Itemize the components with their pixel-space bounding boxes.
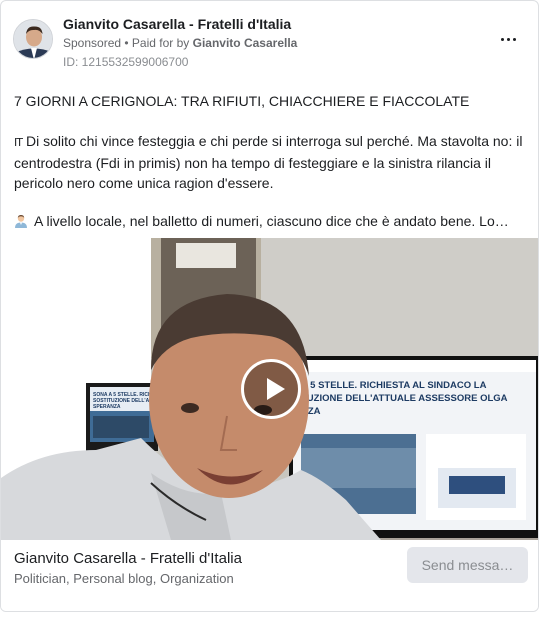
ad-id: ID: 1215532599006700: [63, 55, 189, 69]
paid-for-prefix: Paid for by: [131, 36, 193, 50]
sponsored-line: Sponsored • Paid for by Gianvito Casarel…: [63, 36, 297, 50]
paid-for-name: Gianvito Casarella: [192, 36, 298, 50]
ad-card: Gianvito Casarella - Fratelli d'Italia S…: [0, 0, 539, 612]
flag-italy-icon: IT: [14, 136, 23, 149]
video-thumbnail[interactable]: SONA A 5 STELLE. RICH SOSTITUZIONE DELL'A…: [1, 238, 538, 540]
avatar[interactable]: [13, 19, 53, 59]
footer-page-name[interactable]: Gianvito Casarella - Fratelli d'Italia: [14, 550, 242, 567]
post-paragraph-1: IT Di solito chi vince festeggia e chi pe…: [14, 131, 524, 193]
more-horizontal-icon: [500, 37, 504, 41]
person-emoji-icon: [14, 213, 28, 228]
post-headline: 7 GIORNI A CERIGNOLA: TRA RIFIUTI, CHIAC…: [14, 93, 470, 109]
page-name[interactable]: Gianvito Casarella - Fratelli d'Italia: [63, 16, 291, 32]
separator-dot: •: [121, 36, 132, 50]
play-icon[interactable]: [241, 359, 301, 419]
sponsored-label: Sponsored: [63, 36, 122, 50]
more-horizontal-icon: [506, 37, 510, 41]
post-paragraph-2: A livello locale, nel balletto di numeri…: [14, 211, 524, 231]
post-paragraph-1-text: Di solito chi vince festeggia e chi perd…: [14, 133, 523, 191]
ad-header: Gianvito Casarella - Fratelli d'Italia S…: [13, 13, 526, 73]
more-options-button[interactable]: [496, 27, 520, 51]
send-message-button[interactable]: Send messa…: [407, 547, 528, 583]
ad-footer: Gianvito Casarella - Fratelli d'Italia P…: [1, 540, 538, 611]
more-horizontal-icon: [512, 37, 516, 41]
post-paragraph-2-text: A livello locale, nel balletto di numeri…: [34, 213, 509, 229]
footer-categories: Politician, Personal blog, Organization: [14, 571, 234, 586]
